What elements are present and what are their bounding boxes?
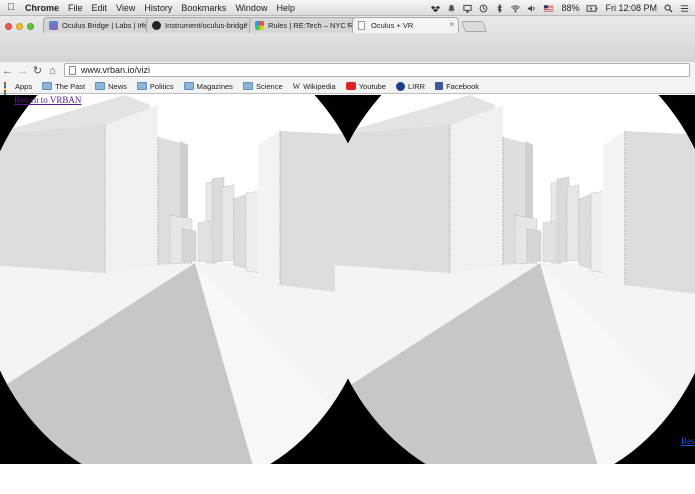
reload-icon[interactable]: ↻ [30,64,45,77]
zoom-window-button[interactable] [27,23,34,30]
wikipedia-icon: W [292,81,301,91]
bookmark-the-past[interactable]: The Past [42,82,85,91]
close-tab-icon[interactable]: × [140,20,145,29]
tab-title: Rules | RE:Tech – NYC Rea [268,21,356,30]
return-to-vrban-link[interactable]: Return to VRBAN [14,95,81,105]
labs-favicon-icon [49,21,58,30]
menu-view[interactable]: View [116,3,135,13]
airplay-icon[interactable] [463,4,473,13]
bookmark-lirr[interactable]: LIRR [395,81,426,91]
page-bottom-area [0,464,695,494]
menu-app-name[interactable]: Chrome [25,3,59,13]
folder-icon [242,82,253,90]
menu-window[interactable]: Window [235,3,267,13]
close-tab-icon[interactable]: × [243,20,248,29]
wifi-icon[interactable] [511,4,521,13]
bookmark-politics[interactable]: Politics [136,81,174,91]
left-eye-view [0,95,361,464]
us-flag-icon[interactable] [543,4,554,13]
bookmark-label: The Past [55,81,86,91]
facebook-icon [435,82,444,90]
folder-icon [136,82,147,90]
bookmark-facebook[interactable]: Facebook [435,82,479,91]
bookmarks-bar: Apps The Past News Politics Magazines Sc… [0,79,695,100]
forward-arrow-icon[interactable]: → [15,65,30,77]
bookmark-label: Youtube [358,81,386,91]
notification-center-icon[interactable] [680,4,689,13]
page-info-icon[interactable] [69,65,76,75]
tab-title: Oculus Bridge | Labs | Inst [62,21,150,30]
window-controls [5,23,34,30]
retech-favicon-icon [255,21,264,30]
tab-title: Instrument/oculus-bridge [165,21,248,30]
menu-history[interactable]: History [144,3,172,13]
volume-icon[interactable] [527,4,536,13]
browser-toolbar: ← → ↻ ⌂ www.vrban.io/vizi [0,62,695,79]
bookmark-label: Politics [149,81,174,91]
bookmark-label: Wikipedia [303,81,336,91]
vr-stereo-viewport[interactable]: Return to VRBAN Reset [0,95,695,464]
close-window-button[interactable] [5,23,12,30]
back-arrow-icon[interactable]: ← [0,65,15,77]
battery-icon[interactable] [586,4,598,13]
menu-bar:  Chrome File Edit View History Bookmark… [0,0,695,16]
bookmark-label: News [108,81,127,91]
reset-link[interactable]: Reset [681,436,695,446]
page-document-icon [358,21,365,30]
tab-retech-rules[interactable]: Rules | RE:Tech – NYC Rea × [249,17,356,33]
bookmark-magazines[interactable]: Magazines [183,81,233,91]
vr-scene [0,95,695,464]
close-tab-icon[interactable]: × [346,20,351,29]
close-tab-icon[interactable]: × [449,20,454,29]
tab-github-oculus-bridge[interactable]: Instrument/oculus-bridge × [146,17,253,33]
address-bar-url[interactable]: www.vrban.io/vizi [81,65,150,75]
time-machine-icon[interactable] [479,4,488,13]
menubar-clock[interactable]: Fri 12:08 PM [605,3,657,13]
menu-bookmarks[interactable]: Bookmarks [181,3,226,13]
mta-icon [395,81,405,91]
youtube-icon [345,82,356,90]
tabs: Oculus Bridge | Labs | Inst × Instrument… [43,17,488,33]
menu-file[interactable]: File [68,3,83,13]
folder-icon [42,82,53,90]
bookmark-youtube[interactable]: Youtube [345,81,386,91]
menu-help[interactable]: Help [276,3,295,13]
address-bar[interactable]: www.vrban.io/vizi [64,63,690,77]
tab-strip: Oculus Bridge | Labs | Inst × Instrument… [0,16,695,62]
bookmark-label: Facebook [446,81,479,91]
minimize-window-button[interactable] [16,23,23,30]
bookmark-wikipedia[interactable]: W Wikipedia [293,82,336,91]
apple-icon[interactable]:  [0,2,22,13]
status-tray: 88% Fri 12:08 PM [431,0,689,16]
bookmark-science[interactable]: Science [242,81,283,91]
tab-title: Oculus + VR [371,21,414,30]
github-icon [152,21,161,30]
tab-oculus-bridge-labs[interactable]: Oculus Bridge | Labs | Inst × [43,17,150,33]
bookmark-apps[interactable]: Apps [4,81,33,100]
folder-icon [95,82,106,90]
bookmark-news[interactable]: News [95,82,127,91]
dropbox-icon[interactable] [431,4,441,13]
folder-icon [183,82,194,90]
right-eye-view [334,95,695,464]
notification-bell-icon[interactable] [447,4,456,13]
bookmark-label: Apps [15,81,33,91]
tab-oculus-vr[interactable]: Oculus + VR × [352,17,459,33]
battery-percent: 88% [561,3,580,13]
bluetooth-icon[interactable] [495,3,504,13]
apps-grid-icon [4,82,12,100]
bookmark-label: Magazines [196,81,233,91]
menu-edit[interactable]: Edit [92,3,108,13]
bookmark-label: LIRR [407,81,426,91]
spotlight-search-icon[interactable] [664,4,673,13]
bookmark-label: Science [255,81,283,91]
home-icon[interactable]: ⌂ [45,65,60,77]
new-tab-button[interactable] [460,21,488,32]
